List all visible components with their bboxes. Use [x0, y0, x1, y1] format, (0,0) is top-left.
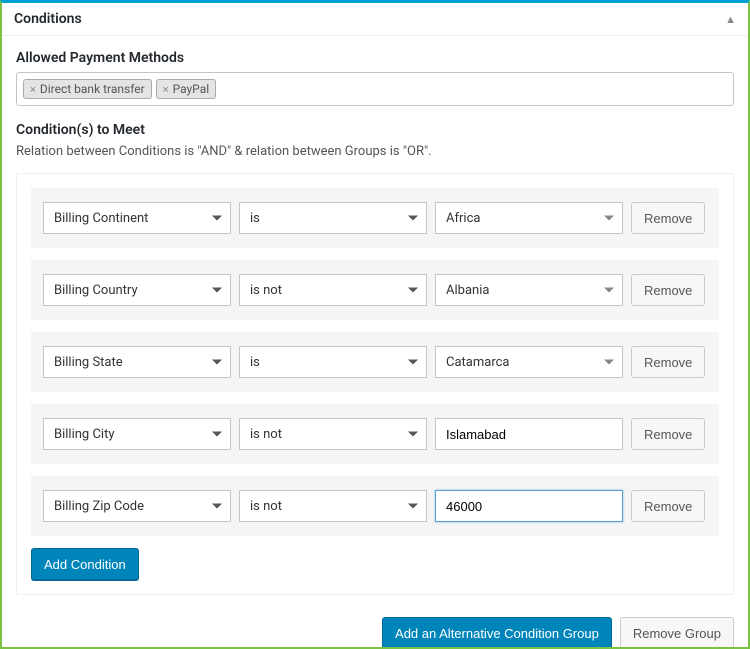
condition-row: Billing Country is not Albania Remove	[31, 260, 719, 320]
conditions-panel: Conditions ▲ Allowed Payment Methods × D…	[0, 0, 750, 649]
operator-value: is	[250, 211, 260, 226]
group-footer: Add an Alternative Condition Group Remov…	[2, 617, 748, 649]
tag-label: Direct bank transfer	[40, 82, 145, 96]
field-value: Billing State	[54, 355, 123, 370]
value-select[interactable]: Albania	[435, 274, 623, 306]
panel-body: Allowed Payment Methods × Direct bank tr…	[2, 36, 748, 617]
payment-tag: × PayPal	[156, 79, 216, 99]
operator-value: is not	[250, 427, 282, 442]
field-select[interactable]: Billing Country	[43, 274, 231, 306]
value-text: Albania	[446, 283, 489, 298]
remove-button[interactable]: Remove	[631, 490, 705, 522]
close-icon[interactable]: ×	[30, 83, 36, 96]
operator-select[interactable]: is not	[239, 274, 427, 306]
remove-button[interactable]: Remove	[631, 274, 705, 306]
condition-row: Billing Zip Code is not Remove	[31, 476, 719, 536]
tag-label: PayPal	[173, 82, 210, 96]
condition-row: Billing City is not Remove	[31, 404, 719, 464]
remove-group-button[interactable]: Remove Group	[620, 617, 734, 649]
add-group-button[interactable]: Add an Alternative Condition Group	[382, 617, 612, 649]
value-input[interactable]	[435, 490, 623, 522]
relation-text: Relation between Conditions is "AND" & r…	[16, 144, 734, 159]
field-value: Billing Continent	[54, 211, 148, 226]
field-select[interactable]: Billing State	[43, 346, 231, 378]
operator-select[interactable]: is	[239, 346, 427, 378]
condition-row: Billing Continent is Africa Remove	[31, 188, 719, 248]
operator-select[interactable]: is	[239, 202, 427, 234]
condition-row: Billing State is Catamarca Remove	[31, 332, 719, 392]
add-condition-row: Add Condition	[31, 548, 719, 580]
value-select[interactable]: Africa	[435, 202, 623, 234]
remove-button[interactable]: Remove	[631, 346, 705, 378]
operator-value: is not	[250, 499, 282, 514]
field-value: Billing Zip Code	[54, 499, 144, 514]
field-select[interactable]: Billing Zip Code	[43, 490, 231, 522]
field-select[interactable]: Billing Continent	[43, 202, 231, 234]
field-select[interactable]: Billing City	[43, 418, 231, 450]
conditions-heading: Condition(s) to Meet	[16, 122, 734, 138]
allowed-methods-input[interactable]: × Direct bank transfer × PayPal	[16, 72, 734, 106]
value-input[interactable]	[435, 418, 623, 450]
operator-select[interactable]: is not	[239, 418, 427, 450]
close-icon[interactable]: ×	[163, 83, 169, 96]
add-condition-button[interactable]: Add Condition	[31, 548, 139, 580]
field-value: Billing City	[54, 427, 114, 442]
field-value: Billing Country	[54, 283, 138, 298]
panel-header: Conditions ▲	[2, 3, 748, 36]
payment-tag: × Direct bank transfer	[23, 79, 152, 99]
operator-value: is	[250, 355, 260, 370]
operator-select[interactable]: is not	[239, 490, 427, 522]
collapse-icon[interactable]: ▲	[725, 13, 736, 26]
value-text: Catamarca	[446, 355, 510, 370]
operator-value: is not	[250, 283, 282, 298]
condition-group: Billing Continent is Africa Remove Billi…	[16, 173, 734, 595]
value-text: Africa	[446, 211, 480, 226]
panel-title: Conditions	[14, 11, 82, 27]
remove-button[interactable]: Remove	[631, 418, 705, 450]
allowed-methods-label: Allowed Payment Methods	[16, 50, 734, 66]
remove-button[interactable]: Remove	[631, 202, 705, 234]
value-select[interactable]: Catamarca	[435, 346, 623, 378]
